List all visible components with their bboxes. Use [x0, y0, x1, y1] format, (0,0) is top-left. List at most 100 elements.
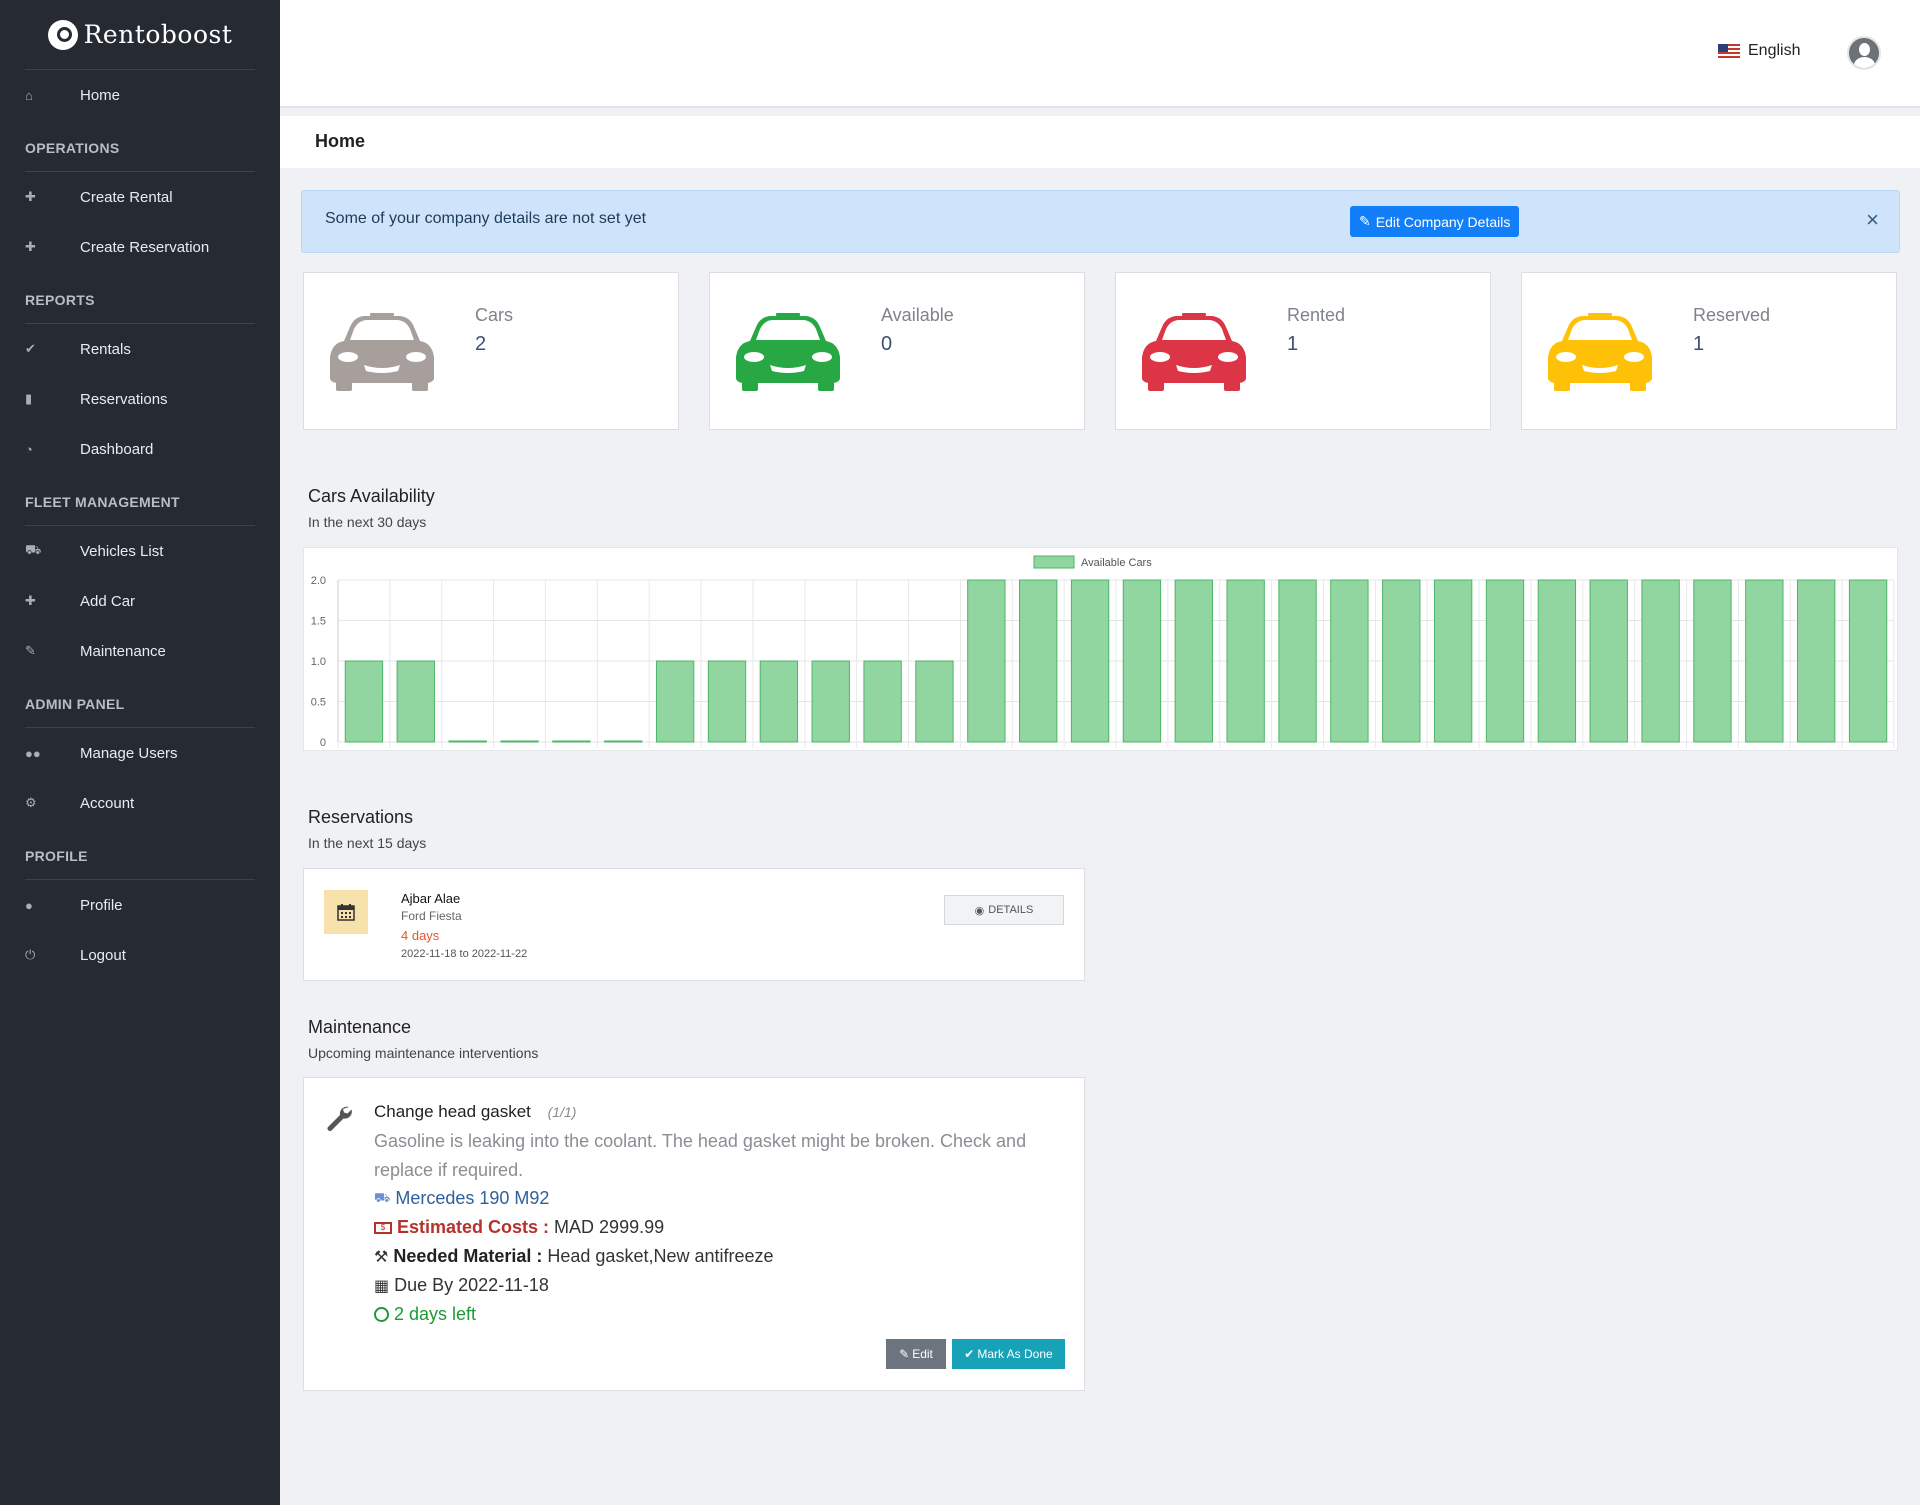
- sidebar-item-label: Profile: [80, 896, 123, 914]
- sidebar-item-reservations[interactable]: ▮ Reservations: [0, 374, 280, 424]
- car-icon: [736, 313, 840, 391]
- maintenance-task: Change head gasket: [374, 1102, 531, 1121]
- us-flag-icon: [1718, 44, 1740, 58]
- car-icon: [1142, 313, 1246, 391]
- sidebar-item-account[interactable]: ⚙ Account: [0, 778, 280, 828]
- sidebar-item-label: Reservations: [80, 390, 168, 408]
- legend-swatch[interactable]: [1033, 555, 1075, 569]
- chart-bar[interactable]: [863, 660, 902, 743]
- y-tick-label: 1.5: [311, 616, 326, 628]
- chart-bar[interactable]: [1278, 579, 1317, 743]
- close-icon[interactable]: ×: [1866, 207, 1879, 233]
- button-label: Edit Company Details: [1375, 213, 1511, 230]
- plus-icon: ✚: [25, 239, 36, 254]
- chart-bar[interactable]: [811, 660, 850, 743]
- chart-bar[interactable]: [707, 660, 747, 743]
- chart-bar[interactable]: [1589, 579, 1628, 743]
- nav-heading: PROFILE: [25, 848, 255, 880]
- clock-icon: [374, 1307, 389, 1322]
- reservation-dates: 2022-11-18 to 2022-11-22: [401, 948, 528, 960]
- maintenance-cost: $ Estimated Costs : MAD 2999.99: [374, 1217, 664, 1238]
- user-icon: ●: [25, 897, 33, 913]
- chart-bar[interactable]: [396, 660, 435, 743]
- y-tick-label: 1.0: [311, 656, 326, 668]
- sidebar-item-vehicles-list[interactable]: ⛟ Vehicles List: [0, 526, 280, 576]
- sidebar-item-profile[interactable]: ● Profile: [0, 880, 280, 930]
- chart-bar[interactable]: [1070, 579, 1110, 743]
- reservation-car: Ford Fiesta: [401, 909, 462, 923]
- sidebar: Rentoboost ⌂ Home OPERATIONS ✚ Create Re…: [0, 0, 280, 1505]
- chart-bar[interactable]: [759, 660, 799, 743]
- sidebar-item-label: Add Car: [80, 592, 136, 610]
- sidebar-item-logout[interactable]: ⏻ Logout: [0, 930, 280, 980]
- edit-company-details-button[interactable]: ✎ Edit Company Details: [1350, 206, 1520, 237]
- chart-bar[interactable]: [344, 660, 384, 743]
- chart-bar[interactable]: [915, 660, 954, 743]
- sidebar-item-create-rental[interactable]: ✚ Create Rental: [0, 172, 280, 222]
- plus-icon: ✚: [25, 593, 36, 608]
- reservation-customer: Ajbar Alae: [401, 891, 461, 906]
- chart-svg: Available Cars 0 0.5 1.0 1.5 2.0: [311, 555, 1895, 749]
- nav-group-admin: ADMIN PANEL ●● Manage Users ⚙ Account: [0, 696, 280, 828]
- car-icon: ⛟: [374, 1189, 391, 1205]
- sidebar-item-add-car[interactable]: ✚ Add Car: [0, 576, 280, 626]
- gavel-icon: ⚒: [374, 1248, 389, 1266]
- chart-bar[interactable]: [655, 660, 695, 743]
- sidebar-item-manage-users[interactable]: ●● Manage Users: [0, 728, 280, 778]
- sidebar-item-dashboard[interactable]: ◔ Dashboard: [0, 424, 280, 474]
- brand-logo[interactable]: Rentoboost: [25, 0, 255, 70]
- avatar[interactable]: [1847, 36, 1881, 70]
- chart-bar[interactable]: [1019, 579, 1058, 743]
- chart-bar[interactable]: [500, 740, 539, 743]
- maintenance-vehicle[interactable]: ⛟ Mercedes 190 M92: [374, 1188, 549, 1209]
- chart-bar[interactable]: [1382, 579, 1421, 743]
- users-icon: ●●: [25, 745, 41, 761]
- chart-bar[interactable]: [1537, 579, 1577, 743]
- chart-bar[interactable]: [1174, 579, 1213, 743]
- chart-bar[interactable]: [604, 740, 643, 743]
- chart-bar[interactable]: [1745, 579, 1784, 743]
- language-selector[interactable]: English: [1718, 42, 1800, 60]
- chart-bar[interactable]: [448, 740, 487, 743]
- nav-heading: REPORTS: [25, 292, 255, 324]
- sidebar-item-label: Vehicles List: [80, 542, 164, 560]
- gear-icon: ⚙: [25, 795, 37, 810]
- chart-bar[interactable]: [1693, 579, 1732, 743]
- reservations-subtitle: In the next 15 days: [308, 835, 427, 851]
- details-button[interactable]: ◉ DETAILS: [944, 895, 1064, 925]
- calendar-icon: [324, 890, 368, 934]
- stat-card-reserved: Reserved 1: [1521, 272, 1897, 430]
- maintenance-description: Gasoline is leaking into the coolant. Th…: [374, 1131, 1027, 1180]
- sidebar-item-home[interactable]: ⌂ Home: [0, 70, 280, 120]
- mark-as-done-button[interactable]: ✔ Mark As Done: [952, 1339, 1065, 1369]
- chart-bar[interactable]: [1641, 579, 1680, 743]
- dashboard-icon: ◔: [25, 441, 33, 457]
- sidebar-item-create-reservation[interactable]: ✚ Create Reservation: [0, 222, 280, 272]
- chart-bar[interactable]: [1485, 579, 1525, 743]
- chart-bar[interactable]: [552, 740, 591, 743]
- edit-icon: ✎: [1359, 213, 1371, 229]
- y-tick-label: 0.5: [311, 697, 326, 709]
- chart-bar[interactable]: [1433, 579, 1473, 743]
- maintenance-material: ⚒ Needed Material : Head gasket,New anti…: [374, 1246, 774, 1267]
- chart-bar[interactable]: [1226, 579, 1265, 743]
- eye-icon: ◉: [974, 904, 985, 917]
- chart-bar[interactable]: [967, 579, 1006, 743]
- chart-bar[interactable]: [1848, 579, 1888, 743]
- edit-button[interactable]: ✎ Edit: [886, 1339, 946, 1369]
- sidebar-item-maintenance[interactable]: ✎ Maintenance: [0, 626, 280, 676]
- vehicle-name: Mercedes 190 M92: [395, 1188, 550, 1208]
- edit-icon: ✎: [899, 1347, 910, 1361]
- chart-bar[interactable]: [1122, 579, 1162, 743]
- company-details-alert: Some of your company details are not set…: [301, 190, 1900, 253]
- legend-label: Available Cars: [1081, 557, 1152, 569]
- bookmark-icon: ▮: [25, 391, 33, 406]
- chart-bar[interactable]: [1330, 579, 1369, 743]
- chart-bar[interactable]: [1797, 579, 1836, 743]
- car-icon: [1548, 313, 1652, 391]
- sidebar-item-rentals[interactable]: ✔ Rentals: [0, 324, 280, 374]
- wrench-icon: [327, 1106, 352, 1131]
- sidebar-item-label: Logout: [80, 946, 126, 964]
- maintenance-title: Maintenance: [308, 1017, 412, 1037]
- breadcrumb: Home: [280, 116, 1920, 168]
